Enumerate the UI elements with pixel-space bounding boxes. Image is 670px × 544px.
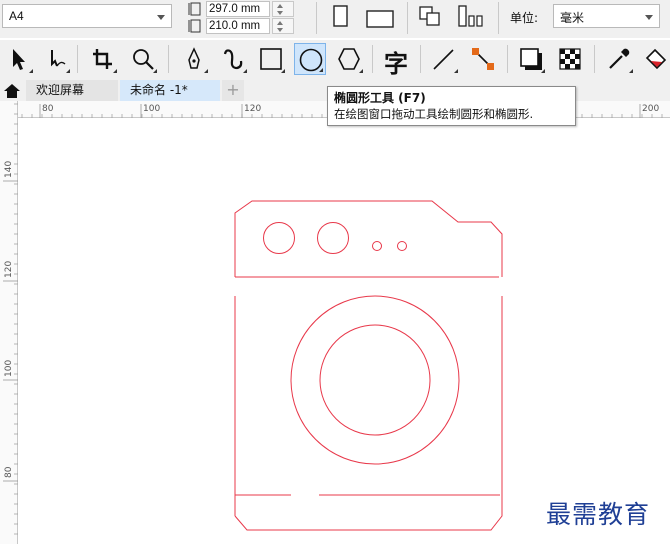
chevron-down-icon [645, 15, 653, 20]
flyout-corner-icon [319, 68, 323, 72]
indicator-light-left[interactable] [372, 241, 382, 251]
toolbox: 字 [0, 40, 670, 80]
ruler-label: 100 [4, 360, 14, 377]
home-tab[interactable] [0, 80, 24, 101]
flyout-corner-icon [281, 69, 285, 73]
ruler-label: 100 [143, 104, 160, 114]
connector-icon [472, 48, 494, 70]
interactive-fill-tool[interactable] [640, 43, 670, 75]
eyedropper-tool[interactable] [603, 43, 635, 75]
page-width-row: 210.0 mm [188, 18, 306, 34]
ruler-label: 200 [642, 104, 659, 114]
all-pages-button[interactable] [416, 3, 444, 31]
separator [372, 45, 373, 73]
ruler-label: 80 [42, 104, 54, 114]
flyout-corner-icon [204, 69, 208, 73]
machine-top-panel-outline[interactable] [234, 200, 503, 277]
crop-tool[interactable] [87, 43, 119, 75]
paper-size-select[interactable]: A4 [2, 4, 172, 28]
unit-value: 毫米 [560, 11, 585, 25]
drop-shadow-tool[interactable] [515, 43, 547, 75]
dimension-tool[interactable] [428, 43, 460, 75]
rectangle-tool[interactable] [255, 43, 287, 75]
unit-label: 单位: [510, 11, 539, 25]
chevron-down-icon [157, 15, 165, 20]
zoom-tool[interactable] [127, 43, 159, 75]
drawing-canvas[interactable] [19, 119, 670, 544]
page-width-stepper[interactable] [272, 18, 294, 34]
separator [316, 2, 317, 34]
flyout-corner-icon [629, 69, 633, 73]
page-width-input[interactable]: 210.0 mm [206, 18, 270, 34]
property-bar: A4 297.0 mm 210.0 mm 单位: 毫米 [0, 0, 670, 38]
ruler-label: 140 [4, 161, 14, 178]
paper-size-value: A4 [9, 9, 24, 23]
separator [407, 2, 408, 34]
fill-bucket-icon [645, 48, 667, 70]
vertical-ruler[interactable]: 140 120 100 80 [0, 101, 18, 544]
separator [168, 45, 169, 73]
page-height-stepper[interactable] [272, 1, 294, 17]
current-page-icon [458, 5, 483, 27]
separator [77, 45, 78, 73]
text-tool[interactable]: 字 [381, 43, 413, 78]
text-tool-glyph: 字 [384, 50, 408, 78]
page-height-input[interactable]: 297.0 mm [206, 1, 270, 17]
washing-machine-drawing [234, 200, 503, 531]
flyout-corner-icon [243, 69, 247, 73]
connector-tool[interactable] [467, 43, 499, 75]
vertical-ruler-ticks: 140 120 100 80 [3, 103, 18, 535]
ellipse-tool-tooltip: 椭圆形工具 (F7) 在绘图窗口拖动工具绘制圆形和椭圆形. [327, 86, 576, 126]
all-pages-icon [419, 6, 440, 26]
ellipse-tool[interactable] [294, 43, 326, 75]
separator [498, 2, 499, 34]
page-width-icon [188, 19, 201, 33]
page-height-icon [188, 2, 201, 16]
current-page-button[interactable] [456, 3, 484, 31]
flyout-corner-icon [113, 69, 117, 73]
tab-untitled-1[interactable]: 未命名 -1* [120, 80, 220, 101]
flyout-corner-icon [541, 69, 545, 73]
tab-welcome-screen[interactable]: 欢迎屏幕 [26, 80, 118, 101]
separator [594, 45, 595, 73]
home-icon [4, 84, 20, 98]
flyout-corner-icon [29, 69, 33, 73]
ruler-label: 120 [4, 261, 14, 278]
flyout-corner-icon [153, 69, 157, 73]
control-knob-left[interactable] [263, 222, 295, 254]
indicator-light-right[interactable] [397, 241, 407, 251]
checkerboard-icon [559, 48, 581, 70]
shape-tool[interactable] [40, 43, 72, 75]
freehand-tool[interactable] [178, 43, 210, 75]
control-knob-right[interactable] [317, 222, 349, 254]
landscape-button[interactable] [363, 3, 394, 31]
artistic-media-tool[interactable] [217, 43, 249, 75]
polygon-tool[interactable] [333, 43, 365, 75]
flyout-corner-icon [66, 69, 70, 73]
door-glass-window[interactable] [319, 324, 431, 436]
tooltip-description: 在绘图窗口拖动工具绘制圆形和椭圆形. [334, 107, 534, 121]
page-height-row: 297.0 mm [188, 1, 306, 17]
flyout-corner-icon [359, 69, 363, 73]
portrait-button[interactable] [327, 3, 355, 31]
ruler-label: 120 [244, 104, 261, 114]
separator [507, 45, 508, 73]
pick-tool[interactable] [3, 43, 35, 75]
portrait-page-icon [333, 5, 348, 27]
add-tab-button[interactable]: + [222, 80, 244, 101]
watermark-text: 最需教育 [546, 500, 651, 529]
separator [420, 45, 421, 73]
transparency-tool[interactable] [554, 43, 586, 75]
unit-select[interactable]: 毫米 [553, 4, 660, 28]
flyout-corner-icon [454, 69, 458, 73]
ruler-label: 80 [4, 466, 14, 478]
tooltip-title: 椭圆形工具 (F7) [334, 91, 426, 105]
door-outer-ring[interactable] [290, 295, 460, 465]
landscape-page-icon [366, 10, 394, 28]
